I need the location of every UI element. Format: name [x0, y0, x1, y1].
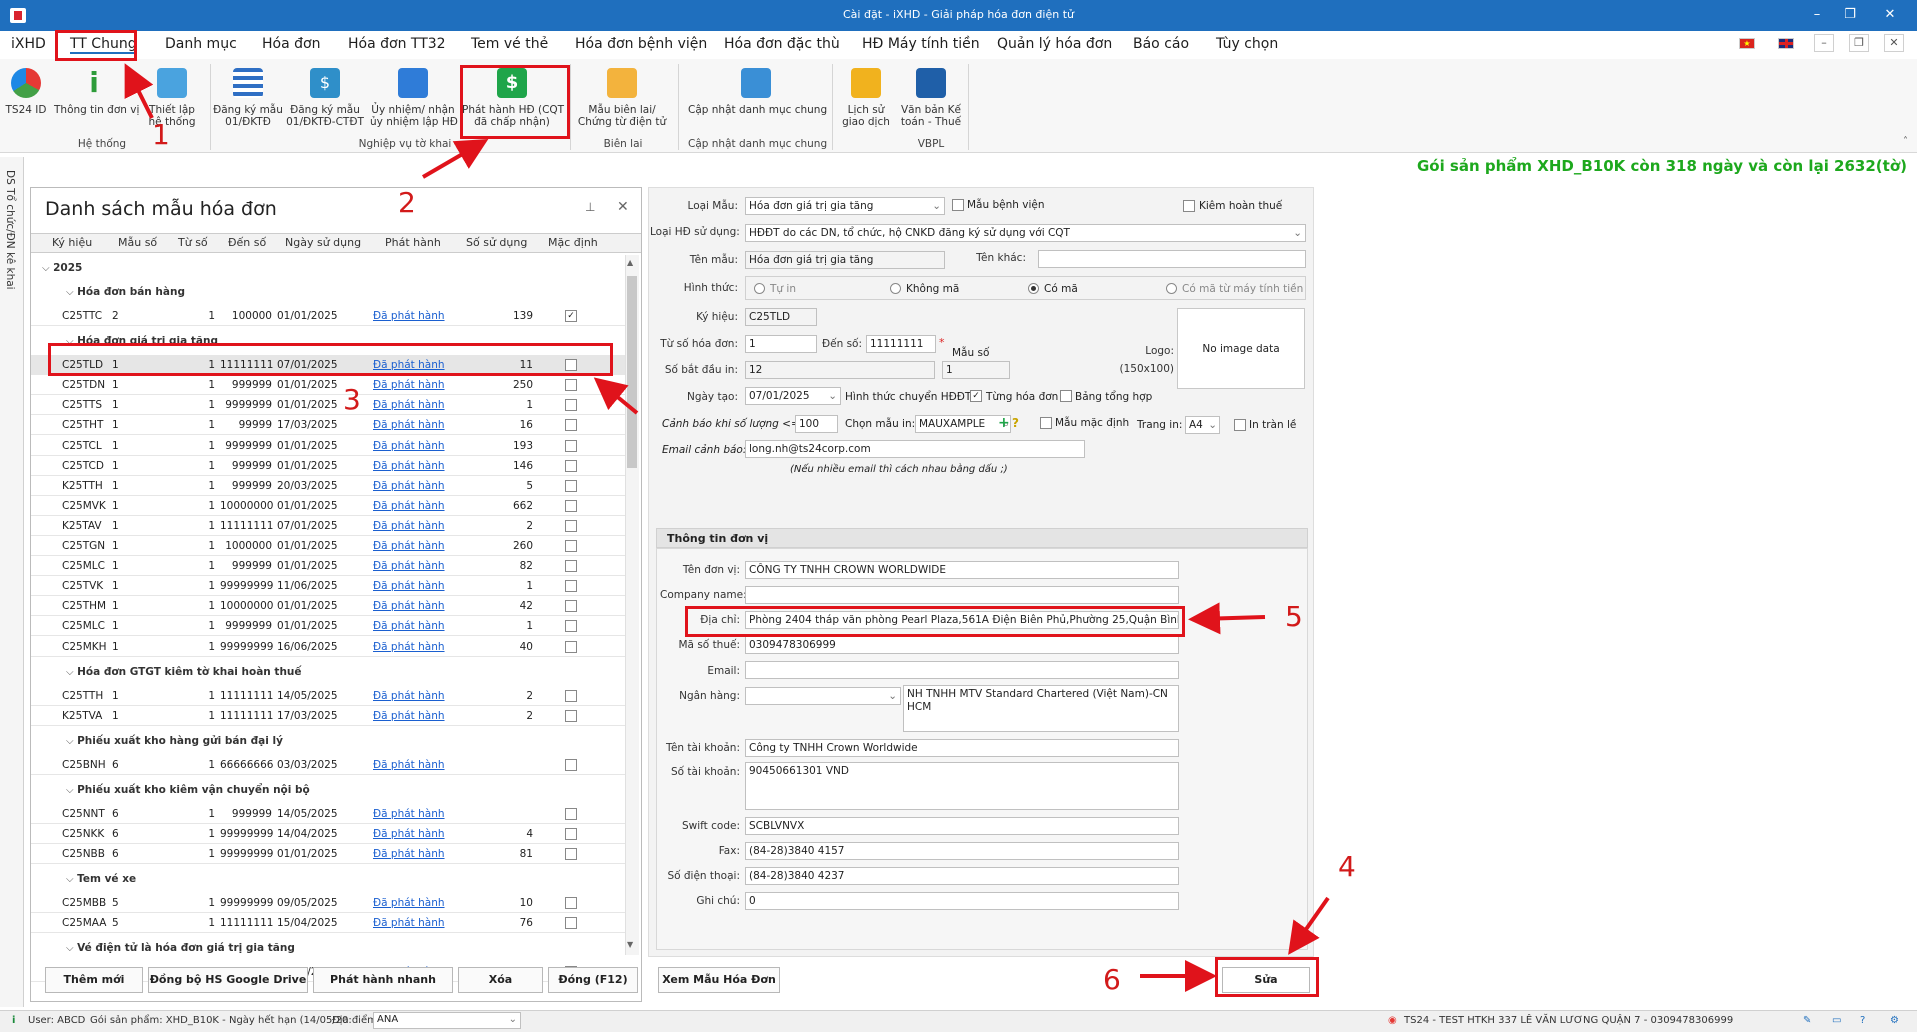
status-package: Gói sản phẩm: XHD_B10K - Ngày hết hạn (1… — [90, 1015, 352, 1026]
status-user: User: ABCD — [28, 1015, 86, 1026]
annotation-2: 2 — [398, 186, 416, 219]
settings-icon[interactable]: ⚙ — [1890, 1015, 1899, 1026]
annotation-4: 4 — [1338, 850, 1356, 883]
ts24-status-icon: ◉ — [1388, 1015, 1397, 1026]
annotation-5: 5 — [1285, 600, 1303, 633]
annotation-6: 6 — [1103, 963, 1121, 996]
message-icon[interactable]: ▭ — [1832, 1015, 1841, 1026]
help-circle-icon[interactable]: ? — [1860, 1015, 1865, 1026]
annotation-1: 1 — [152, 118, 170, 151]
status-company: TS24 - TEST HTKH 337 LÊ VĂN LƯƠNG QUẬN 7… — [1404, 1015, 1734, 1026]
dia-diem-select[interactable]: ANA ⌄ — [373, 1012, 521, 1029]
status-dia-diem-label: Địa điểm — [332, 1015, 377, 1026]
annotation-arrows — [124, 63, 1330, 992]
annotation-3: 3 — [343, 383, 361, 416]
tools-icon[interactable]: ✎ — [1803, 1015, 1811, 1026]
info-status-icon: i — [12, 1015, 16, 1026]
